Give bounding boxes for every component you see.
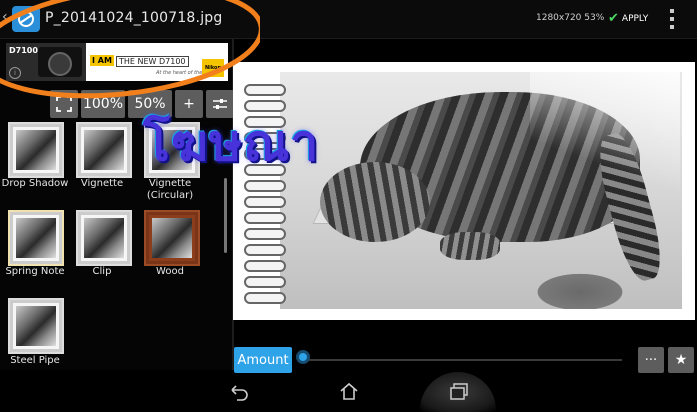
app-logo-icon[interactable] [12, 6, 40, 32]
fit-screen-icon [56, 96, 72, 112]
effect-thumb-clip[interactable] [76, 210, 132, 266]
effect-thumb-steel-pipe[interactable] [8, 298, 64, 354]
effect-thumb-drop-shadow[interactable] [8, 122, 64, 178]
effect-thumb-vignette[interactable] [76, 122, 132, 178]
favorite-star-button[interactable]: ★ [668, 347, 694, 373]
more-options-button[interactable]: ··· [638, 347, 664, 373]
back-icon[interactable] [228, 382, 250, 402]
checkmark-icon: ✔ [608, 11, 619, 26]
file-name-title: P_20141024_100718.jpg [45, 10, 223, 26]
resolution-info: 1280x720 53% [536, 13, 605, 23]
effect-label: Wood [156, 266, 184, 277]
amount-slider-knob[interactable] [296, 350, 310, 364]
photo-preview [280, 72, 682, 309]
fit-screen-button[interactable] [50, 90, 78, 118]
ad-banner[interactable]: D7100 i I AM THE NEW D7100 At the heart … [6, 43, 228, 81]
effect-thumb-spring-note[interactable] [8, 210, 64, 266]
effect-label: Spring Note [5, 266, 65, 277]
ad-info-icon[interactable]: i [9, 67, 21, 79]
amount-slider-track[interactable] [302, 359, 622, 361]
ad-iam: I AM [90, 55, 114, 66]
apply-button[interactable]: ✔ APPLY [608, 11, 648, 26]
overflow-menu-icon[interactable] [670, 9, 676, 29]
effect-label: Drop Shadow [1, 178, 69, 189]
camera-icon [38, 47, 82, 77]
ad-model: D7100 [9, 46, 38, 55]
ad-brand-logo: Nikon [202, 59, 224, 77]
ad-headline: THE NEW D7100 [116, 56, 189, 67]
ad-camera-block: D7100 i [6, 43, 86, 81]
effect-label: Steel Pipe [10, 355, 60, 366]
back-chevron-icon[interactable]: ‹ [2, 9, 8, 25]
watermark-text: โฆษณา [143, 114, 320, 172]
top-action-bar: ‹ P_20141024_100718.jpg 1280x720 53% ✔ A… [0, 0, 697, 39]
zoom-100-button[interactable]: 100% [81, 90, 125, 118]
apply-label: APPLY [621, 13, 649, 24]
recent-apps-icon[interactable] [448, 382, 470, 402]
amount-button[interactable]: Amount [234, 347, 292, 373]
home-icon[interactable] [338, 381, 360, 401]
effect-label: Clip [92, 266, 112, 277]
panel-scrollbar[interactable] [224, 178, 227, 253]
effect-label: Vignette [80, 178, 124, 189]
effect-thumb-wood[interactable] [144, 210, 200, 266]
